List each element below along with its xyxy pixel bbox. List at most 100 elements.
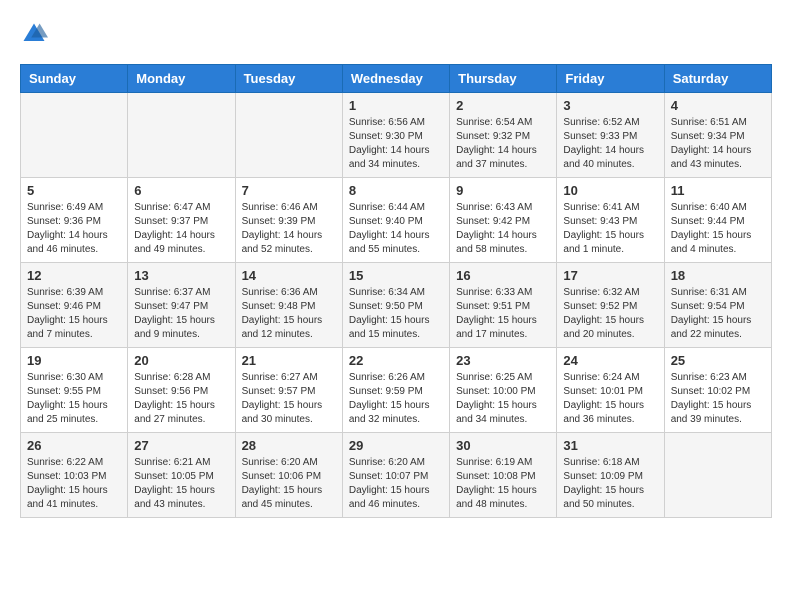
calendar-cell: 4 Sunrise: 6:51 AM Sunset: 9:34 PM Daylig… — [664, 93, 771, 178]
calendar-cell: 8 Sunrise: 6:44 AM Sunset: 9:40 PM Daylig… — [342, 178, 449, 263]
day-info: Sunrise: 6:24 AM Sunset: 10:01 PM Daylig… — [563, 371, 657, 427]
day-info: Sunrise: 6:44 AM Sunset: 9:40 PM Dayligh… — [349, 201, 443, 257]
calendar-cell: 21 Sunrise: 6:27 AM Sunset: 9:57 PM Dayli… — [235, 348, 342, 433]
day-info: Sunrise: 6:26 AM Sunset: 9:59 PM Dayligh… — [349, 371, 443, 427]
calendar-week-row: 19 Sunrise: 6:30 AM Sunset: 9:55 PM Dayli… — [21, 348, 772, 433]
day-info: Sunrise: 6:54 AM Sunset: 9:32 PM Dayligh… — [456, 116, 550, 172]
day-number: 1 — [349, 98, 443, 113]
calendar-week-row: 26 Sunrise: 6:22 AM Sunset: 10:03 PM Dayl… — [21, 433, 772, 518]
day-info: Sunrise: 6:18 AM Sunset: 10:09 PM Daylig… — [563, 456, 657, 512]
day-number: 16 — [456, 268, 550, 283]
calendar-cell: 26 Sunrise: 6:22 AM Sunset: 10:03 PM Dayl… — [21, 433, 128, 518]
day-number: 24 — [563, 353, 657, 368]
day-info: Sunrise: 6:39 AM Sunset: 9:46 PM Dayligh… — [27, 286, 121, 342]
calendar-cell: 16Sunrise: 6:33 AM Sunset: 9:51 PM Dayli… — [450, 263, 557, 348]
day-number: 13 — [134, 268, 228, 283]
logo — [20, 20, 52, 48]
calendar-cell: 3Sunrise: 6:52 AM Sunset: 9:33 PM Daylig… — [557, 93, 664, 178]
calendar-cell: 2 Sunrise: 6:54 AM Sunset: 9:32 PM Daylig… — [450, 93, 557, 178]
day-info: Sunrise: 6:56 AM Sunset: 9:30 PM Dayligh… — [349, 116, 443, 172]
calendar-cell: 15 Sunrise: 6:34 AM Sunset: 9:50 PM Dayli… — [342, 263, 449, 348]
day-number: 19 — [27, 353, 121, 368]
calendar-cell: 12 Sunrise: 6:39 AM Sunset: 9:46 PM Dayli… — [21, 263, 128, 348]
day-number: 30 — [456, 438, 550, 453]
day-number: 8 — [349, 183, 443, 198]
calendar-header-row: SundayMondayTuesdayWednesdayThursdayFrid… — [21, 65, 772, 93]
day-info: Sunrise: 6:27 AM Sunset: 9:57 PM Dayligh… — [242, 371, 336, 427]
day-number: 4 — [671, 98, 765, 113]
day-number: 10 — [563, 183, 657, 198]
calendar-cell: 31 Sunrise: 6:18 AM Sunset: 10:09 PM Dayl… — [557, 433, 664, 518]
calendar-cell: 28Sunrise: 6:20 AM Sunset: 10:06 PM Dayl… — [235, 433, 342, 518]
day-header-wednesday: Wednesday — [342, 65, 449, 93]
day-number: 20 — [134, 353, 228, 368]
day-number: 26 — [27, 438, 121, 453]
page-header — [20, 20, 772, 48]
day-info: Sunrise: 6:30 AM Sunset: 9:55 PM Dayligh… — [27, 371, 121, 427]
day-number: 17 — [563, 268, 657, 283]
day-number: 7 — [242, 183, 336, 198]
day-info: Sunrise: 6:20 AM Sunset: 10:06 PM Daylig… — [242, 456, 336, 512]
calendar-cell: 22 Sunrise: 6:26 AM Sunset: 9:59 PM Dayli… — [342, 348, 449, 433]
day-header-sunday: Sunday — [21, 65, 128, 93]
calendar-cell — [235, 93, 342, 178]
day-header-saturday: Saturday — [664, 65, 771, 93]
day-number: 25 — [671, 353, 765, 368]
calendar-cell: 18 Sunrise: 6:31 AM Sunset: 9:54 PM Dayli… — [664, 263, 771, 348]
day-header-tuesday: Tuesday — [235, 65, 342, 93]
calendar-cell: 25 Sunrise: 6:23 AM Sunset: 10:02 PM Dayl… — [664, 348, 771, 433]
calendar-cell: 17 Sunrise: 6:32 AM Sunset: 9:52 PM Dayli… — [557, 263, 664, 348]
calendar-cell: 7 Sunrise: 6:46 AM Sunset: 9:39 PM Daylig… — [235, 178, 342, 263]
day-info: Sunrise: 6:49 AM Sunset: 9:36 PM Dayligh… — [27, 201, 121, 257]
day-number: 21 — [242, 353, 336, 368]
day-number: 11 — [671, 183, 765, 198]
day-info: Sunrise: 6:37 AM Sunset: 9:47 PM Dayligh… — [134, 286, 228, 342]
calendar-cell — [21, 93, 128, 178]
calendar-cell: 24 Sunrise: 6:24 AM Sunset: 10:01 PM Dayl… — [557, 348, 664, 433]
calendar-cell: 29Sunrise: 6:20 AM Sunset: 10:07 PM Dayl… — [342, 433, 449, 518]
day-info: Sunrise: 6:46 AM Sunset: 9:39 PM Dayligh… — [242, 201, 336, 257]
day-info: Sunrise: 6:25 AM Sunset: 10:00 PM Daylig… — [456, 371, 550, 427]
day-number: 14 — [242, 268, 336, 283]
day-number: 18 — [671, 268, 765, 283]
day-number: 2 — [456, 98, 550, 113]
day-info: Sunrise: 6:20 AM Sunset: 10:07 PM Daylig… — [349, 456, 443, 512]
day-info: Sunrise: 6:34 AM Sunset: 9:50 PM Dayligh… — [349, 286, 443, 342]
day-info: Sunrise: 6:52 AM Sunset: 9:33 PM Dayligh… — [563, 116, 657, 172]
day-info: Sunrise: 6:21 AM Sunset: 10:05 PM Daylig… — [134, 456, 228, 512]
calendar-cell: 20Sunrise: 6:28 AM Sunset: 9:56 PM Dayli… — [128, 348, 235, 433]
calendar-cell: 23 Sunrise: 6:25 AM Sunset: 10:00 PM Dayl… — [450, 348, 557, 433]
day-header-thursday: Thursday — [450, 65, 557, 93]
day-info: Sunrise: 6:43 AM Sunset: 9:42 PM Dayligh… — [456, 201, 550, 257]
day-number: 6 — [134, 183, 228, 198]
logo-icon — [20, 20, 48, 48]
day-info: Sunrise: 6:31 AM Sunset: 9:54 PM Dayligh… — [671, 286, 765, 342]
calendar-cell — [128, 93, 235, 178]
calendar-cell: 10 Sunrise: 6:41 AM Sunset: 9:43 PM Dayli… — [557, 178, 664, 263]
calendar-cell: 14Sunrise: 6:36 AM Sunset: 9:48 PM Dayli… — [235, 263, 342, 348]
day-number: 15 — [349, 268, 443, 283]
calendar-cell: 1 Sunrise: 6:56 AM Sunset: 9:30 PM Daylig… — [342, 93, 449, 178]
day-number: 23 — [456, 353, 550, 368]
day-header-friday: Friday — [557, 65, 664, 93]
calendar-table: SundayMondayTuesdayWednesdayThursdayFrid… — [20, 64, 772, 518]
calendar-week-row: 12 Sunrise: 6:39 AM Sunset: 9:46 PM Dayli… — [21, 263, 772, 348]
day-info: Sunrise: 6:32 AM Sunset: 9:52 PM Dayligh… — [563, 286, 657, 342]
day-info: Sunrise: 6:40 AM Sunset: 9:44 PM Dayligh… — [671, 201, 765, 257]
day-number: 22 — [349, 353, 443, 368]
day-number: 12 — [27, 268, 121, 283]
day-info: Sunrise: 6:51 AM Sunset: 9:34 PM Dayligh… — [671, 116, 765, 172]
calendar-cell: 27 Sunrise: 6:21 AM Sunset: 10:05 PM Dayl… — [128, 433, 235, 518]
calendar-cell: 11 Sunrise: 6:40 AM Sunset: 9:44 PM Dayli… — [664, 178, 771, 263]
day-header-monday: Monday — [128, 65, 235, 93]
day-number: 27 — [134, 438, 228, 453]
day-info: Sunrise: 6:22 AM Sunset: 10:03 PM Daylig… — [27, 456, 121, 512]
day-info: Sunrise: 6:19 AM Sunset: 10:08 PM Daylig… — [456, 456, 550, 512]
calendar-week-row: 5Sunrise: 6:49 AM Sunset: 9:36 PM Daylig… — [21, 178, 772, 263]
day-number: 31 — [563, 438, 657, 453]
day-info: Sunrise: 6:23 AM Sunset: 10:02 PM Daylig… — [671, 371, 765, 427]
calendar-cell: 30 Sunrise: 6:19 AM Sunset: 10:08 PM Dayl… — [450, 433, 557, 518]
calendar-cell: 13 Sunrise: 6:37 AM Sunset: 9:47 PM Dayli… — [128, 263, 235, 348]
calendar-cell: 5Sunrise: 6:49 AM Sunset: 9:36 PM Daylig… — [21, 178, 128, 263]
day-info: Sunrise: 6:41 AM Sunset: 9:43 PM Dayligh… — [563, 201, 657, 257]
